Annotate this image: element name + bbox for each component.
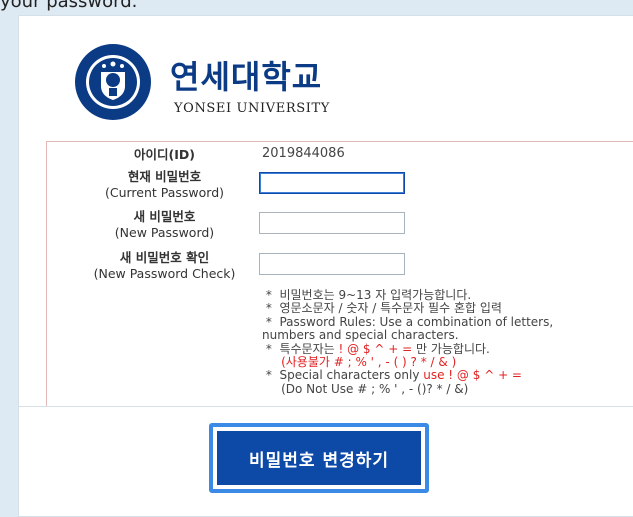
rule-forbidden-korean: (사용불가 # ; % ' , - ( ) ? * / & ) <box>281 355 457 370</box>
rule-english: * Password Rules: Use a combination of l… <box>262 314 558 343</box>
new-password-input[interactable] <box>259 212 405 234</box>
submit-focus-ring: 비밀번호 변경하기 <box>209 423 429 493</box>
new-password-check-input[interactable] <box>259 253 405 275</box>
university-name-english: YONSEI UNIVERSITY <box>174 101 330 116</box>
new-password-label: 새 비밀번호 (New Password) <box>114 209 215 240</box>
university-name-korean: 연세대학교 <box>170 58 323 96</box>
yonsei-seal-icon <box>75 44 151 120</box>
password-rules: * 비밀번호는 9~13 자 입력가능합니다. * 영문소문자 / 숫자 / 특… <box>262 288 592 396</box>
rule-length: * 비밀번호는 9~13 자 입력가능합니다. <box>262 288 472 302</box>
change-password-button[interactable]: 비밀번호 변경하기 <box>217 431 421 485</box>
rule-special-english: * Special characters only use ! @ $ ^ + … <box>262 368 522 383</box>
current-password-label: 현재 비밀번호 (Current Password) <box>104 169 225 200</box>
rule-special-korean: * 특수문자는 ! @ $ ^ + = 만 가능합니다. <box>262 341 490 356</box>
password-form: 아이디(ID) 2019844086 현재 비밀번호 (Current Pass… <box>46 141 633 407</box>
yonsei-logo: 연세대학교 YONSEI UNIVERSITY <box>73 42 373 122</box>
id-value: 2019844086 <box>262 146 345 161</box>
rule-mix: * 영문소문자 / 숫자 / 특수문자 필수 혼합 입력 <box>262 301 502 316</box>
new-password-check-label: 새 비밀번호 확인 (New Password Check) <box>93 250 236 281</box>
current-password-input[interactable] <box>259 172 405 194</box>
id-label: 아이디(ID) <box>134 147 195 162</box>
header-text: your password. <box>0 0 138 12</box>
form-divider <box>18 406 633 407</box>
rule-forbidden-english: (Do Not Use # ; % ' , - ()? * / &) <box>281 381 469 396</box>
